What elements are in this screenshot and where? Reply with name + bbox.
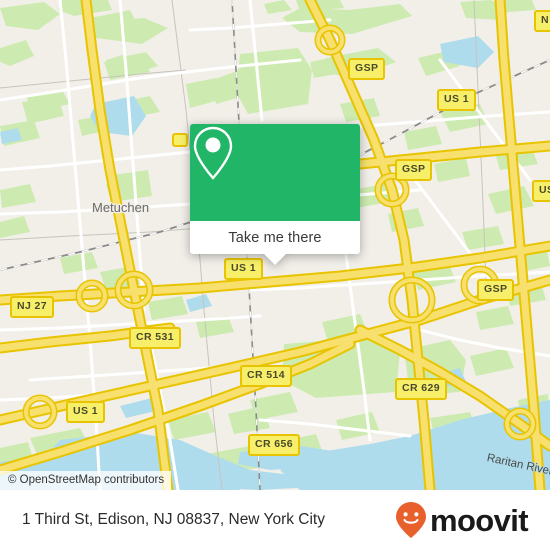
- road-shield: GSP: [395, 159, 433, 181]
- popup-action-bar[interactable]: Take me there: [190, 221, 360, 254]
- road-shield: GSP: [348, 58, 386, 80]
- location-popup[interactable]: Take me there: [190, 124, 360, 265]
- moovit-pin-icon: [395, 502, 426, 538]
- road-shield: US: [532, 180, 550, 202]
- address-label: 1 Third St, Edison, NJ 08837, New York C…: [22, 511, 325, 528]
- road-shield: US 1: [224, 258, 263, 280]
- map-pin-icon: [193, 126, 233, 180]
- map-canvas[interactable]: N GSP US 1 GSP US US 1 GSP NJ 27 CR 531 CR 514 CR …: [0, 0, 550, 490]
- place-label: Metuchen: [92, 200, 150, 215]
- road-shield: NJ 27: [10, 296, 55, 318]
- popup-tail: [264, 254, 286, 265]
- take-me-there-label: Take me there: [228, 229, 322, 246]
- moovit-logo[interactable]: moovit: [394, 501, 529, 539]
- road-shield: GSP: [477, 279, 515, 301]
- moovit-wordmark: moovit: [429, 502, 529, 538]
- road-shield: US 1: [66, 401, 105, 423]
- popup-header: [190, 124, 360, 221]
- road-shield: CR 514: [240, 365, 293, 387]
- road-shield: US 1: [437, 89, 476, 111]
- road-shield: CR 629: [395, 378, 448, 400]
- footer-bar: 1 Third St, Edison, NJ 08837, New York C…: [0, 490, 550, 550]
- moovit-map-screenshot: N GSP US 1 GSP US US 1 GSP NJ 27 CR 531 CR 514 CR …: [0, 0, 550, 550]
- road-shield: N: [534, 10, 550, 32]
- osm-attribution[interactable]: © OpenStreetMap contributors: [0, 471, 172, 490]
- road-shield: [172, 133, 188, 147]
- road-shield: CR 531: [129, 327, 182, 349]
- road-shield: CR 656: [248, 434, 301, 456]
